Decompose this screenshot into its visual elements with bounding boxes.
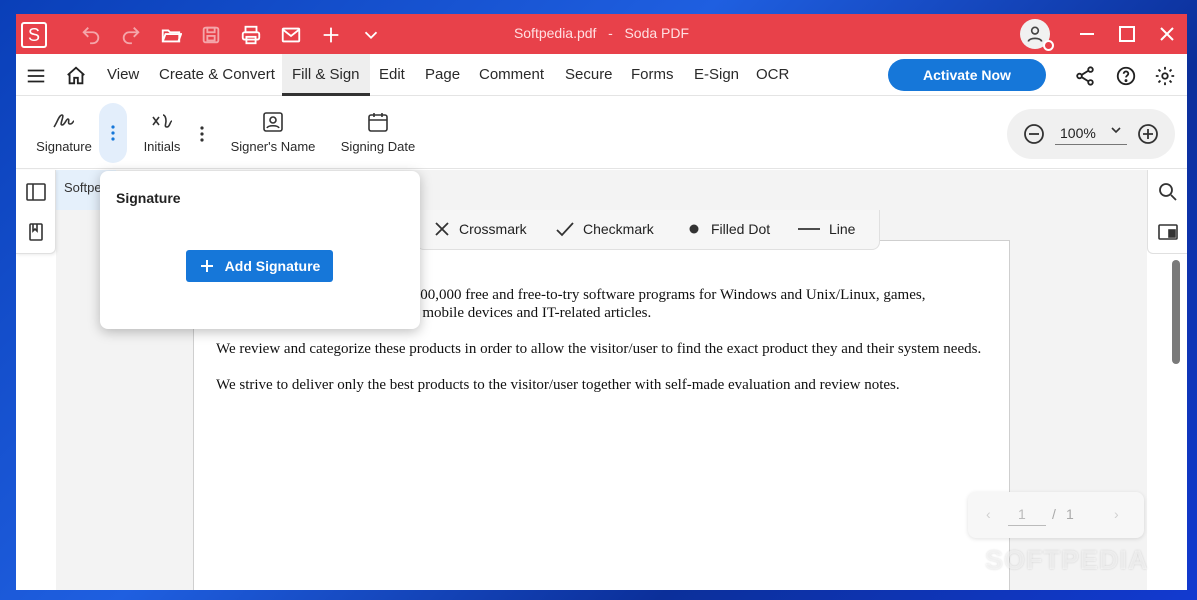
zoom-chevron-down-icon[interactable] bbox=[1109, 123, 1123, 140]
menu-edit[interactable]: Edit bbox=[379, 54, 405, 96]
menu-forms[interactable]: Forms bbox=[631, 54, 674, 96]
zoom-out-icon[interactable] bbox=[1022, 122, 1046, 146]
plus-icon bbox=[200, 260, 213, 272]
signature-icon bbox=[36, 107, 92, 133]
home-icon[interactable] bbox=[64, 64, 88, 88]
line-tool[interactable]: Line bbox=[797, 220, 855, 238]
close-icon[interactable] bbox=[1157, 24, 1177, 44]
paragraph-1-line-2: s, mobile devices and IT-related article… bbox=[409, 305, 652, 321]
zoom-control: 100% bbox=[1007, 109, 1175, 159]
page-navigator: ‹ 1 / 1 › bbox=[968, 492, 1144, 538]
menu-create-convert[interactable]: Create & Convert bbox=[159, 54, 275, 96]
calendar-icon bbox=[339, 107, 417, 133]
zoom-value[interactable]: 100% bbox=[1055, 125, 1127, 145]
thumbnail-panel-icon[interactable] bbox=[1158, 222, 1178, 242]
paragraph-3: We strive to deliver only the best produ… bbox=[216, 377, 900, 393]
add-signature-button[interactable]: Add Signature bbox=[186, 250, 333, 282]
maximize-icon[interactable] bbox=[1117, 24, 1137, 44]
add-signature-label: Add Signature bbox=[224, 258, 321, 274]
softpedia-watermark: SOFTPEDIA bbox=[985, 545, 1149, 575]
signature-popup: Signature Add Signature bbox=[100, 171, 420, 329]
signer-name-icon bbox=[229, 107, 317, 133]
paragraph-1-line-1: ,000,000 free and free-to-try software p… bbox=[409, 287, 926, 303]
filled-dot-label: Filled Dot bbox=[711, 221, 771, 237]
menu-fill-sign[interactable]: Fill & Sign bbox=[282, 54, 370, 96]
panel-toggle-icon[interactable] bbox=[26, 182, 46, 202]
share-icon[interactable] bbox=[1073, 64, 1097, 88]
zoom-in-icon[interactable] bbox=[1136, 122, 1160, 146]
signature-tool[interactable]: Signature bbox=[36, 107, 92, 154]
signers-name-tool[interactable]: Signer's Name bbox=[229, 107, 317, 154]
title-bar: S Softpedia.pdf - Soda PDF bbox=[16, 14, 1187, 54]
current-page-input[interactable]: 1 bbox=[1008, 506, 1046, 526]
initials-more-icon[interactable] bbox=[194, 119, 210, 149]
menu-bar: View Create & Convert Fill & Sign Edit P… bbox=[16, 54, 1187, 96]
paragraph-2: We review and categorize these products … bbox=[216, 341, 982, 357]
checkmark-label: Checkmark bbox=[583, 221, 654, 237]
menu-comment[interactable]: Comment bbox=[479, 54, 544, 96]
minimize-icon[interactable] bbox=[1077, 24, 1097, 44]
crossmark-icon bbox=[435, 222, 449, 236]
left-sidebar bbox=[16, 170, 56, 254]
initials-icon bbox=[140, 107, 184, 133]
crossmark-tool[interactable]: Crossmark bbox=[433, 220, 527, 238]
settings-gear-icon[interactable] bbox=[1153, 64, 1177, 88]
menu-esign[interactable]: E-Sign bbox=[694, 54, 739, 96]
checkmark-tool[interactable]: Checkmark bbox=[555, 220, 654, 238]
menu-page[interactable]: Page bbox=[425, 54, 460, 96]
initials-label: Initials bbox=[143, 139, 181, 154]
right-sidebar bbox=[1147, 170, 1187, 254]
activate-now-button[interactable]: Activate Now bbox=[888, 59, 1046, 91]
line-icon bbox=[798, 228, 820, 230]
line-label: Line bbox=[829, 221, 856, 237]
signing-date-tool[interactable]: Signing Date bbox=[339, 107, 417, 154]
app-window: S Softpedia.pdf - Soda PDF View Create &… bbox=[16, 14, 1187, 590]
page-separator: / bbox=[1052, 506, 1056, 522]
signature-label: Signature bbox=[36, 139, 92, 154]
signing-date-label: Signing Date bbox=[340, 139, 416, 154]
search-icon[interactable] bbox=[1158, 182, 1178, 202]
hamburger-menu-icon[interactable] bbox=[24, 64, 48, 88]
zoom-level-text: 100% bbox=[1060, 125, 1096, 141]
total-pages: 1 bbox=[1066, 506, 1074, 522]
status-dot-icon bbox=[1043, 40, 1054, 51]
initials-tool[interactable]: Initials bbox=[140, 107, 184, 154]
menu-ocr[interactable]: OCR bbox=[756, 54, 789, 96]
signers-name-label: Signer's Name bbox=[230, 139, 316, 154]
menu-view[interactable]: View bbox=[107, 54, 139, 96]
menu-secure[interactable]: Secure bbox=[565, 54, 613, 96]
filled-dot-icon bbox=[689, 224, 699, 234]
filled-dot-tool[interactable]: Filled Dot bbox=[685, 220, 770, 238]
signature-popup-title: Signature bbox=[116, 190, 181, 206]
ribbon-toolbar: Signature Initials Signer's Name Signing… bbox=[16, 97, 1187, 169]
mark-toolbar: Crossmark Checkmark Filled Dot Line bbox=[416, 210, 880, 250]
help-icon[interactable] bbox=[1114, 64, 1138, 88]
vertical-scrollbar[interactable] bbox=[1172, 260, 1180, 364]
signature-more-icon[interactable] bbox=[99, 103, 127, 163]
crossmark-label: Crossmark bbox=[459, 221, 527, 237]
next-page-icon[interactable]: › bbox=[1114, 506, 1119, 522]
prev-page-icon[interactable]: ‹ bbox=[986, 506, 991, 522]
window-title: Softpedia.pdf - Soda PDF bbox=[513, 25, 690, 41]
bookmark-icon[interactable] bbox=[26, 222, 46, 242]
checkmark-icon bbox=[556, 222, 574, 237]
